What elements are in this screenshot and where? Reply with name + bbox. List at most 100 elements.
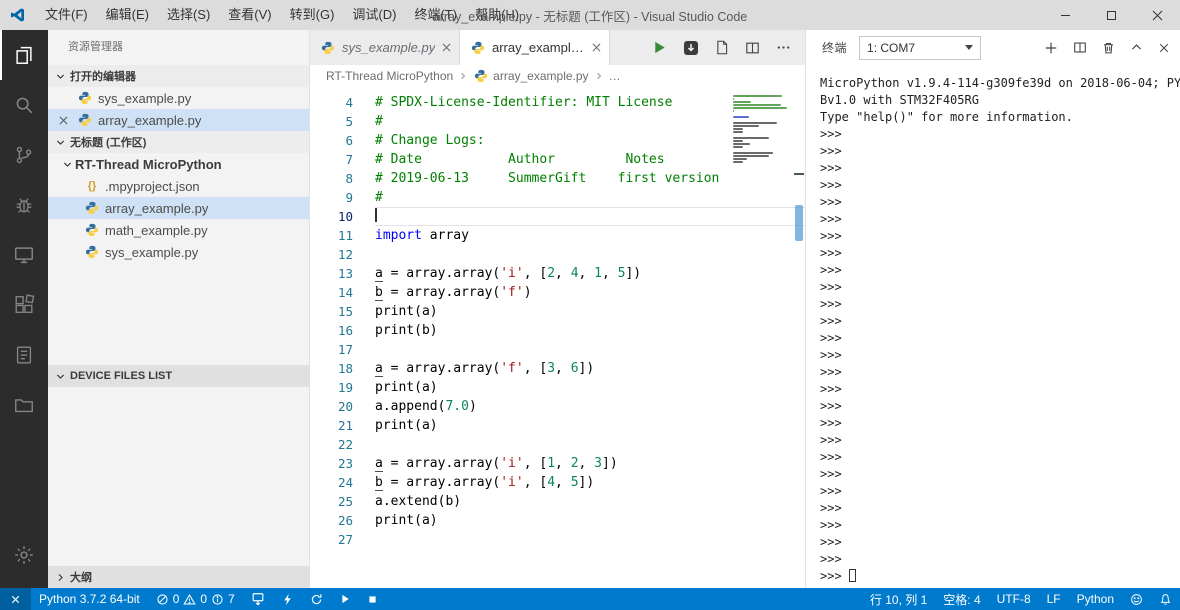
section-open-editors[interactable]: 打开的编辑器 bbox=[48, 65, 309, 87]
line-number[interactable]: 15 bbox=[310, 302, 375, 321]
line-number[interactable]: 24 bbox=[310, 473, 375, 492]
tree-item[interactable]: array_example.py bbox=[48, 197, 309, 219]
open-editor-item[interactable]: array_example.py bbox=[48, 109, 309, 131]
activity-notes[interactable] bbox=[0, 330, 48, 380]
feedback-button[interactable] bbox=[1122, 588, 1151, 610]
activity-search[interactable] bbox=[0, 80, 48, 130]
menu-item[interactable]: 查看(V) bbox=[219, 0, 280, 30]
minimize-button[interactable] bbox=[1042, 0, 1088, 30]
section-outline[interactable]: 大纲 bbox=[48, 566, 309, 588]
close-icon[interactable] bbox=[592, 43, 601, 52]
python-interpreter-status[interactable]: Python 3.7.2 64-bit bbox=[31, 588, 148, 610]
code-editor[interactable]: 4 # SPDX-License-Identifier: MIT License 5… bbox=[310, 87, 805, 588]
download-to-device-button[interactable] bbox=[683, 40, 699, 56]
section-device-files[interactable]: DEVICE FILES LIST bbox=[48, 365, 309, 387]
code-line[interactable]: 8 # 2019-06-13 SummerGift first version bbox=[310, 169, 805, 188]
code-line[interactable]: 17 bbox=[310, 340, 805, 359]
open-editor-item[interactable]: sys_example.py bbox=[48, 87, 309, 109]
split-terminal-button[interactable] bbox=[1073, 41, 1087, 54]
settings-button[interactable] bbox=[0, 530, 48, 580]
line-number[interactable]: 4 bbox=[310, 93, 375, 112]
menu-item[interactable]: 选择(S) bbox=[158, 0, 219, 30]
close-panel-button[interactable] bbox=[1158, 42, 1170, 54]
line-number[interactable]: 9 bbox=[310, 188, 375, 207]
line-number[interactable]: 8 bbox=[310, 169, 375, 188]
folder-rt-thread-micropython[interactable]: RT-Thread MicroPython bbox=[48, 153, 309, 175]
code-line[interactable]: 7 # Date Author Notes bbox=[310, 150, 805, 169]
line-number[interactable]: 10 bbox=[310, 207, 375, 226]
code-line[interactable]: 4 # SPDX-License-Identifier: MIT License bbox=[310, 93, 805, 112]
line-number[interactable]: 21 bbox=[310, 416, 375, 435]
split-editor-button[interactable] bbox=[745, 41, 760, 55]
code-line[interactable]: 22 bbox=[310, 435, 805, 454]
line-number[interactable]: 7 bbox=[310, 150, 375, 169]
open-preview-button[interactable] bbox=[715, 40, 729, 55]
tree-item[interactable]: math_example.py bbox=[48, 219, 309, 241]
code-line[interactable]: 27 bbox=[310, 530, 805, 549]
code-line[interactable]: 19 print(a) bbox=[310, 378, 805, 397]
menu-item[interactable]: 转到(G) bbox=[281, 0, 344, 30]
flash-firmware-button[interactable] bbox=[273, 588, 302, 610]
code-line[interactable]: 5 # bbox=[310, 112, 805, 131]
section-workspace[interactable]: 无标题 (工作区) bbox=[48, 131, 309, 153]
breadcrumb-item[interactable]: RT-Thread MicroPython bbox=[326, 69, 453, 83]
tab-array_example.py[interactable]: array_example.py bbox=[460, 30, 610, 65]
problems-status[interactable]: 0 0 7 bbox=[148, 588, 243, 610]
close-icon[interactable] bbox=[442, 43, 451, 52]
more-actions-button[interactable] bbox=[776, 40, 791, 55]
line-number[interactable]: 27 bbox=[310, 530, 375, 549]
code-line[interactable]: 10 bbox=[310, 207, 805, 226]
run-python-file-button[interactable] bbox=[652, 40, 667, 55]
line-number[interactable]: 25 bbox=[310, 492, 375, 511]
code-line[interactable]: 11 import array bbox=[310, 226, 805, 245]
line-number[interactable]: 17 bbox=[310, 340, 375, 359]
line-number[interactable]: 14 bbox=[310, 283, 375, 302]
breadcrumb-item[interactable]: array_example.py bbox=[473, 69, 589, 83]
tree-item[interactable]: {} .mpyproject.json bbox=[48, 175, 309, 197]
code-line[interactable]: 23 a = array.array('i', [1, 2, 3]) bbox=[310, 454, 805, 473]
remote-indicator[interactable] bbox=[0, 588, 31, 610]
minimap[interactable] bbox=[733, 95, 789, 166]
close-icon[interactable] bbox=[54, 116, 72, 125]
code-line[interactable]: 6 # Change Logs: bbox=[310, 131, 805, 150]
tab-sys_example.py[interactable]: sys_example.py bbox=[310, 30, 460, 65]
code-line[interactable]: 26 print(a) bbox=[310, 511, 805, 530]
menu-item[interactable]: 调试(D) bbox=[343, 0, 405, 30]
tree-item[interactable]: sys_example.py bbox=[48, 241, 309, 263]
breadcrumb-item[interactable]: … bbox=[609, 69, 621, 83]
maximize-button[interactable] bbox=[1088, 0, 1134, 30]
line-number[interactable]: 26 bbox=[310, 511, 375, 530]
line-number[interactable]: 19 bbox=[310, 378, 375, 397]
terminal-output[interactable]: MicroPython v1.9.4-114-g309fe39d on 2018… bbox=[806, 65, 1180, 588]
line-number[interactable]: 16 bbox=[310, 321, 375, 340]
run-on-device-button[interactable] bbox=[331, 588, 359, 610]
code-line[interactable]: 16 print(b) bbox=[310, 321, 805, 340]
maximize-panel-button[interactable] bbox=[1130, 41, 1143, 54]
line-number[interactable]: 23 bbox=[310, 454, 375, 473]
indentation-status[interactable]: 空格: 4 bbox=[935, 588, 988, 610]
line-number[interactable]: 18 bbox=[310, 359, 375, 378]
line-number[interactable]: 12 bbox=[310, 245, 375, 264]
line-number[interactable]: 11 bbox=[310, 226, 375, 245]
code-line[interactable]: 12 bbox=[310, 245, 805, 264]
activity-explorer[interactable] bbox=[0, 30, 48, 80]
menu-item[interactable]: 编辑(E) bbox=[97, 0, 158, 30]
kill-terminal-button[interactable] bbox=[1102, 41, 1115, 55]
activity-extensions[interactable] bbox=[0, 280, 48, 330]
line-number[interactable]: 20 bbox=[310, 397, 375, 416]
activity-source-control[interactable] bbox=[0, 130, 48, 180]
editor-scrollbar[interactable] bbox=[792, 87, 805, 588]
activity-debug[interactable] bbox=[0, 180, 48, 230]
line-number[interactable]: 5 bbox=[310, 112, 375, 131]
code-line[interactable]: 20 a.append(7.0) bbox=[310, 397, 805, 416]
close-window-button[interactable] bbox=[1134, 0, 1180, 30]
eol-status[interactable]: LF bbox=[1039, 588, 1069, 610]
code-line[interactable]: 13 a = array.array('i', [2, 4, 1, 5]) bbox=[310, 264, 805, 283]
code-line[interactable]: 15 print(a) bbox=[310, 302, 805, 321]
code-line[interactable]: 9 # bbox=[310, 188, 805, 207]
terminal-select[interactable]: 1: COM7 bbox=[859, 35, 982, 60]
code-line[interactable]: 21 print(a) bbox=[310, 416, 805, 435]
line-number[interactable]: 22 bbox=[310, 435, 375, 454]
line-number[interactable]: 6 bbox=[310, 131, 375, 150]
activity-device-manager[interactable] bbox=[0, 230, 48, 280]
